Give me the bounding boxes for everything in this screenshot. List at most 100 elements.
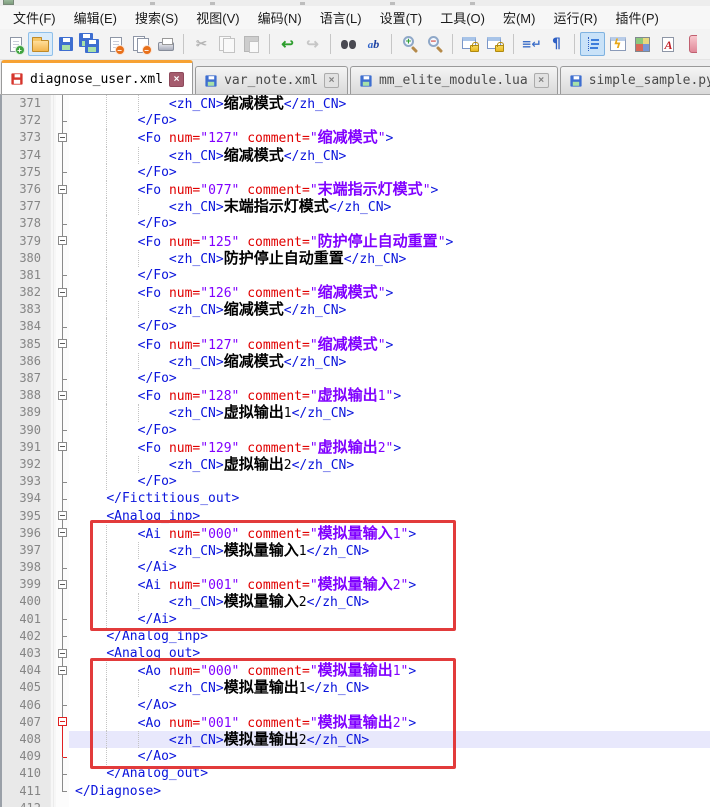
new-file-button[interactable]: +: [3, 32, 28, 56]
code-text[interactable]: </Fo>: [69, 164, 710, 181]
fold-collapse-box[interactable]: [56, 439, 69, 456]
line-number[interactable]: 400: [2, 593, 50, 610]
menu-item-edit[interactable]: 编辑(E): [65, 6, 126, 29]
line-number[interactable]: 408: [2, 731, 50, 748]
fold-collapse-box[interactable]: [56, 129, 69, 146]
save-all-button[interactable]: [78, 32, 103, 56]
code-text[interactable]: <Ai num="000" comment="模拟量输入1">: [69, 525, 710, 542]
fold-collapse-box[interactable]: [56, 662, 69, 679]
find-button[interactable]: [336, 32, 361, 56]
code-text[interactable]: </Diagnose>: [69, 783, 710, 800]
line-number[interactable]: 374: [2, 147, 50, 164]
cut-button[interactable]: ✂: [189, 32, 214, 56]
tab-close-button[interactable]: ×: [169, 72, 184, 87]
code-line-386[interactable]: 386 <zh_CN>缩减模式</zh_CN>: [2, 353, 710, 370]
code-line-398[interactable]: 398 </Ai>: [2, 559, 710, 576]
code-text[interactable]: </Ai>: [69, 611, 710, 628]
code-line-374[interactable]: 374 <zh_CN>缩减模式</zh_CN>: [2, 147, 710, 164]
line-number[interactable]: 401: [2, 611, 50, 628]
plugin-red-script-button[interactable]: A: [655, 32, 680, 56]
code-text[interactable]: <zh_CN>缩减模式</zh_CN>: [69, 301, 710, 318]
code-text[interactable]: <Fo num="127" comment="缩减模式">: [69, 129, 710, 146]
code-text[interactable]: </Analog_out>: [69, 765, 710, 782]
editor-area[interactable]: 371 <zh_CN>缩减模式</zh_CN>372 </Fo>373 <Fo …: [0, 95, 710, 807]
line-number[interactable]: 371: [2, 95, 50, 112]
zoom-in-button[interactable]: +: [397, 32, 422, 56]
code-text[interactable]: <zh_CN>模拟量输出1</zh_CN>: [69, 679, 710, 696]
line-number[interactable]: 389: [2, 404, 50, 421]
line-number[interactable]: 390: [2, 422, 50, 439]
line-number[interactable]: 376: [2, 181, 50, 198]
line-number[interactable]: 394: [2, 490, 50, 507]
line-number[interactable]: 379: [2, 233, 50, 250]
line-number[interactable]: 393: [2, 473, 50, 490]
line-number[interactable]: 378: [2, 215, 50, 232]
line-number[interactable]: 396: [2, 525, 50, 542]
line-number[interactable]: 385: [2, 336, 50, 353]
menu-item-view[interactable]: 视图(V): [187, 6, 248, 29]
tab-var-note-xml[interactable]: var_note.xml×: [195, 66, 348, 94]
save-button[interactable]: [53, 32, 78, 56]
line-number[interactable]: 411: [2, 783, 50, 800]
code-line-396[interactable]: 396 <Ai num="000" comment="模拟量输入1">: [2, 525, 710, 542]
close-button[interactable]: −: [103, 32, 128, 56]
line-number[interactable]: 399: [2, 576, 50, 593]
code-line-406[interactable]: 406 </Ao>: [2, 697, 710, 714]
line-number[interactable]: 382: [2, 284, 50, 301]
line-number[interactable]: 404: [2, 662, 50, 679]
code-line-394[interactable]: 394 </Fictitious_out>: [2, 490, 710, 507]
line-number[interactable]: 384: [2, 318, 50, 335]
sync-vertical-scroll-button[interactable]: [458, 32, 483, 56]
code-line-384[interactable]: 384 </Fo>: [2, 318, 710, 335]
code-text[interactable]: <Analog_out>: [69, 645, 710, 662]
code-line-408[interactable]: 408 <zh_CN>模拟量输出2</zh_CN>: [2, 731, 710, 748]
line-number[interactable]: 407: [2, 714, 50, 731]
code-text[interactable]: <Fo num="077" comment="末端指示灯模式">: [69, 181, 710, 198]
open-file-button[interactable]: [28, 32, 53, 56]
line-number[interactable]: 405: [2, 679, 50, 696]
replace-button[interactable]: ab: [361, 32, 386, 56]
line-number[interactable]: 410: [2, 765, 50, 782]
code-text[interactable]: </Fo>: [69, 267, 710, 284]
code-line-390[interactable]: 390 </Fo>: [2, 422, 710, 439]
line-number[interactable]: 412: [2, 800, 50, 807]
code-line-395[interactable]: 395 <Analog_inp>: [2, 508, 710, 525]
code-text[interactable]: <zh_CN>模拟量输出2</zh_CN>: [69, 731, 710, 748]
fold-collapse-box[interactable]: [56, 181, 69, 198]
line-number[interactable]: 409: [2, 748, 50, 765]
code-line-378[interactable]: 378 </Fo>: [2, 215, 710, 232]
line-number[interactable]: 403: [2, 645, 50, 662]
menu-item-tools[interactable]: 工具(O): [431, 6, 494, 29]
code-line-377[interactable]: 377 <zh_CN>末端指示灯模式</zh_CN>: [2, 198, 710, 215]
line-number[interactable]: 381: [2, 267, 50, 284]
zoom-out-button[interactable]: −: [422, 32, 447, 56]
code-line-373[interactable]: 373 <Fo num="127" comment="缩减模式">: [2, 129, 710, 146]
code-text[interactable]: <Ao num="001" comment="模拟量输出2">: [69, 714, 710, 731]
sync-horizontal-scroll-button[interactable]: [483, 32, 508, 56]
word-wrap-button[interactable]: ≡↵: [519, 32, 544, 56]
code-line-382[interactable]: 382 <Fo num="126" comment="缩减模式">: [2, 284, 710, 301]
fold-collapse-box[interactable]: [56, 387, 69, 404]
code-line-405[interactable]: 405 <zh_CN>模拟量输出1</zh_CN>: [2, 679, 710, 696]
menu-item-file[interactable]: 文件(F): [4, 6, 65, 29]
line-number[interactable]: 372: [2, 112, 50, 129]
code-line-401[interactable]: 401 </Ai>: [2, 611, 710, 628]
code-text[interactable]: </Fo>: [69, 112, 710, 129]
menu-item-settings[interactable]: 设置(T): [371, 6, 432, 29]
plugin-document-map-button[interactable]: [630, 32, 655, 56]
line-number[interactable]: 395: [2, 508, 50, 525]
plugin-partial-button[interactable]: [680, 32, 705, 56]
code-line-400[interactable]: 400 <zh_CN>模拟量输入2</zh_CN>: [2, 593, 710, 610]
code-line-404[interactable]: 404 <Ao num="000" comment="模拟量输出1">: [2, 662, 710, 679]
line-number[interactable]: 397: [2, 542, 50, 559]
menu-item-language[interactable]: 语言(L): [311, 6, 371, 29]
fold-collapse-box[interactable]: [56, 576, 69, 593]
line-number[interactable]: 375: [2, 164, 50, 181]
code-line-371[interactable]: 371 <zh_CN>缩减模式</zh_CN>: [2, 95, 710, 112]
code-line-391[interactable]: 391 <Fo num="129" comment="虚拟输出2">: [2, 439, 710, 456]
fold-collapse-box[interactable]: [56, 714, 69, 731]
line-number[interactable]: 380: [2, 250, 50, 267]
code-line-392[interactable]: 392 <zh_CN>虚拟输出2</zh_CN>: [2, 456, 710, 473]
line-number[interactable]: 391: [2, 439, 50, 456]
fold-collapse-box[interactable]: [56, 645, 69, 662]
